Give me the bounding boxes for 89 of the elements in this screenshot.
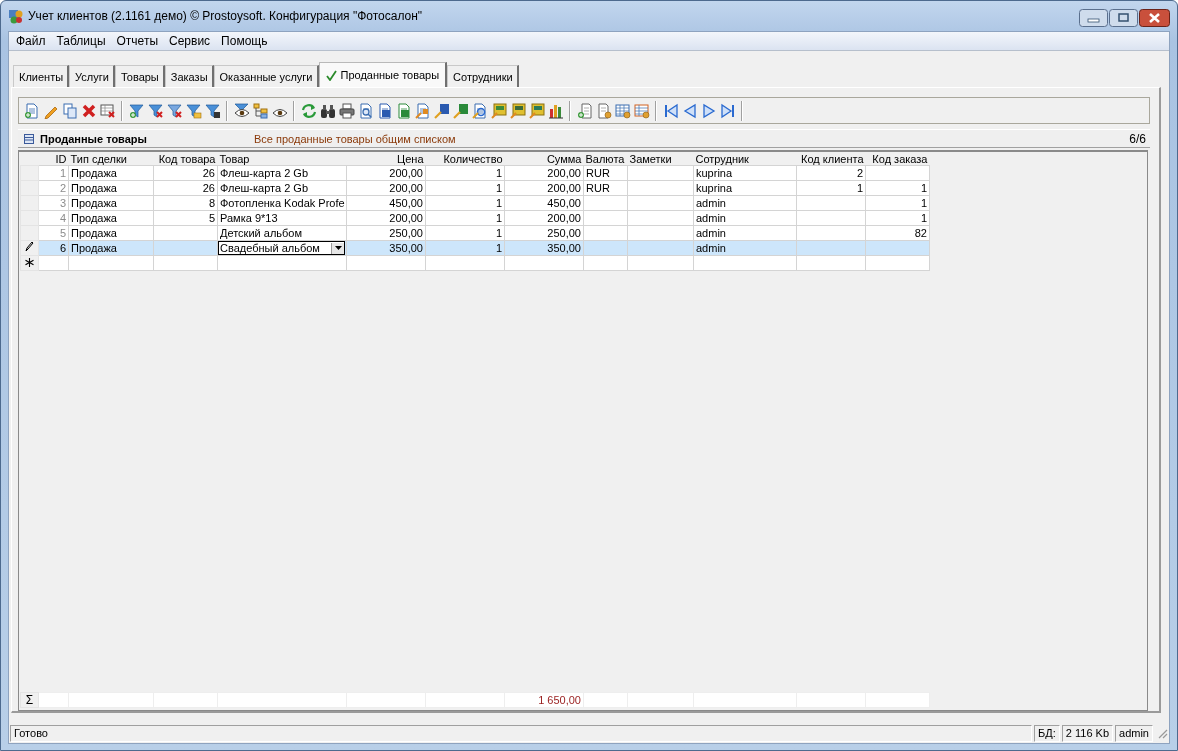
column-header[interactable]: Заметки: [627, 152, 694, 166]
close-button[interactable]: [1139, 9, 1170, 27]
next-icon[interactable]: [700, 102, 717, 119]
document-gear-icon[interactable]: [595, 102, 612, 119]
table-cell: RUR: [583, 165, 628, 181]
filter-eye-icon[interactable]: [233, 102, 250, 119]
menu-item[interactable]: Файл: [11, 34, 52, 48]
document-plus-icon[interactable]: [23, 102, 40, 119]
table-cell: 2: [796, 165, 866, 181]
panel-description: Все проданные товары общим списком: [254, 132, 457, 145]
export-document-icon[interactable]: [509, 102, 526, 119]
combo-box[interactable]: Свадебный альбом: [218, 241, 345, 255]
binoculars-icon[interactable]: [319, 102, 336, 119]
database-label: БД:: [1034, 724, 1060, 742]
menu-item[interactable]: Помощь: [216, 34, 274, 48]
tab[interactable]: Услуги: [69, 65, 115, 87]
tab[interactable]: Сотрудники: [447, 65, 519, 87]
table-row[interactable]: 1 Продажа 26 Флеш-карта 2 Gb 200,00 1 200,00 RUR kuprina 2: [20, 165, 930, 181]
filter-plus-icon[interactable]: [128, 102, 145, 119]
table-cell: 200,00: [504, 165, 584, 181]
table-cell: Флеш-карта 2 Gb: [217, 165, 347, 181]
copy-icon[interactable]: [61, 102, 78, 119]
user-name: admin: [1115, 724, 1153, 742]
table-cell: Продажа: [68, 165, 154, 181]
table-gear-icon[interactable]: [614, 102, 631, 119]
column-header[interactable]: Тип сделки: [68, 152, 154, 166]
document-plus-icon[interactable]: [576, 102, 593, 119]
table-cell: kuprina: [693, 165, 797, 181]
table-row[interactable]: 2 Продажа 26 Флеш-карта 2 Gb 200,00 1 200,00 RUR kuprina 1 1: [20, 180, 930, 196]
first-icon[interactable]: [662, 102, 679, 119]
window-title: Учет клиентов (2.1161 демо) © Prostoysoft. Конфигурация "Фотосалон": [28, 9, 424, 23]
table-row[interactable]: 6 Продажа Свадебный альбом 350,00 1 350,00 admin: [20, 240, 930, 256]
filter-cross-icon[interactable]: [147, 102, 164, 119]
menu-item[interactable]: Отчеты: [111, 34, 164, 48]
status-message: Готово: [10, 724, 1033, 742]
column-header[interactable]: Товар: [217, 152, 347, 166]
cross-icon[interactable]: [80, 102, 97, 119]
export-document-icon[interactable]: [376, 102, 393, 119]
column-header[interactable]: ID: [38, 152, 69, 166]
last-icon[interactable]: [719, 102, 736, 119]
magnifier-document-icon[interactable]: [357, 102, 374, 119]
table-row[interactable]: 3 Продажа 8 Фотопленка Kodak Profe 450,00 1 450,00 admin 1: [20, 195, 930, 211]
dropdown-arrow-icon[interactable]: [334, 246, 342, 250]
table-icon: [24, 133, 34, 144]
table-gear-icon[interactable]: [633, 102, 650, 119]
database-size: 2 116 Kb: [1061, 724, 1114, 742]
table-cell: 200,00: [346, 165, 426, 181]
tab[interactable]: Оказанные услуги: [213, 65, 319, 87]
app-icon: [8, 8, 24, 24]
table-row[interactable]: 4 Продажа 5 Рамка 9*13 200,00 1 200,00 admin 1: [20, 210, 930, 226]
maximize-button[interactable]: [1109, 9, 1138, 27]
column-header[interactable]: Количество: [425, 152, 505, 166]
export-document-icon[interactable]: [414, 102, 431, 119]
tab[interactable]: Клиенты: [13, 65, 70, 87]
menu-item[interactable]: Сервис: [164, 34, 217, 48]
panel-title: Проданные товары: [40, 132, 148, 145]
sum-sign: Σ: [20, 692, 39, 708]
export-document-icon[interactable]: [452, 102, 469, 119]
bar-chart-icon[interactable]: [547, 102, 564, 119]
filter-icon[interactable]: [185, 102, 202, 119]
menu-item[interactable]: Таблицы: [51, 34, 112, 48]
filter-cross-icon[interactable]: [166, 102, 183, 119]
tab[interactable]: Заказы: [164, 65, 214, 87]
table-cell: 26: [153, 165, 218, 181]
record-counter: 6/6: [1129, 131, 1146, 146]
resize-grip-icon[interactable]: [1157, 727, 1168, 739]
tab[interactable]: Товары: [114, 65, 165, 87]
table-cross-icon[interactable]: [99, 102, 116, 119]
export-document-icon[interactable]: [528, 102, 545, 119]
export-document-icon[interactable]: [471, 102, 488, 119]
export-document-icon[interactable]: [395, 102, 412, 119]
column-header[interactable]: Сумма: [504, 152, 584, 166]
column-header[interactable]: Сотрудник: [693, 152, 797, 166]
row-number: 1: [38, 165, 69, 181]
column-header[interactable]: Валюта: [583, 152, 628, 166]
minimize-button[interactable]: [1079, 9, 1108, 27]
export-document-icon[interactable]: [490, 102, 507, 119]
table-row[interactable]: 5 Продажа Детский альбом 250,00 1 250,00 admin 82: [20, 225, 930, 241]
check-icon: [325, 69, 337, 81]
printer-icon[interactable]: [338, 102, 355, 119]
column-header[interactable]: Код товара: [153, 152, 218, 166]
total-value: 1 650,00: [504, 692, 584, 708]
table-cell: 1: [425, 165, 505, 181]
tab[interactable]: Проданные товары: [318, 62, 448, 87]
column-header[interactable]: Код клиента: [796, 152, 866, 166]
column-header[interactable]: Код заказа: [865, 152, 930, 166]
export-document-icon[interactable]: [433, 102, 450, 119]
tree-icon[interactable]: [252, 102, 269, 119]
column-header[interactable]: Цена: [346, 152, 426, 166]
